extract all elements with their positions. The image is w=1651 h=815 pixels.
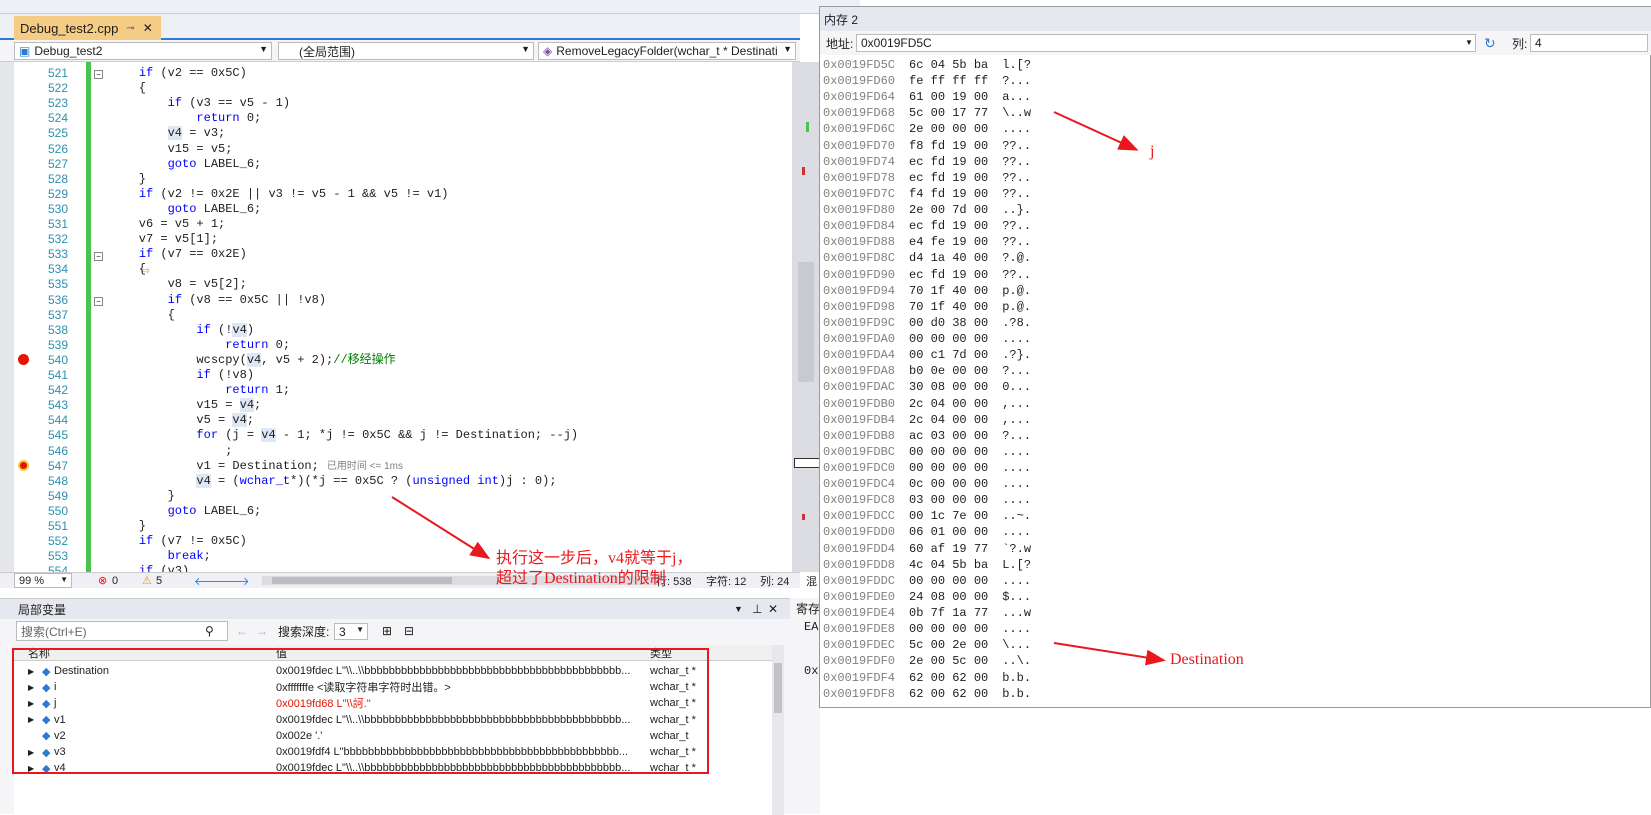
arrow-to-j	[1053, 111, 1139, 151]
arrow-to-line-548	[391, 496, 491, 560]
annotation-j: j	[1150, 143, 1155, 160]
annotation-arrows	[391, 111, 1166, 666]
arrow-to-destination	[1053, 642, 1166, 666]
annotation-step-note: 执行这一步后，v4就等于j， 超过了Destination的限制	[496, 550, 693, 587]
annotation-destination: Destination	[1170, 651, 1244, 668]
